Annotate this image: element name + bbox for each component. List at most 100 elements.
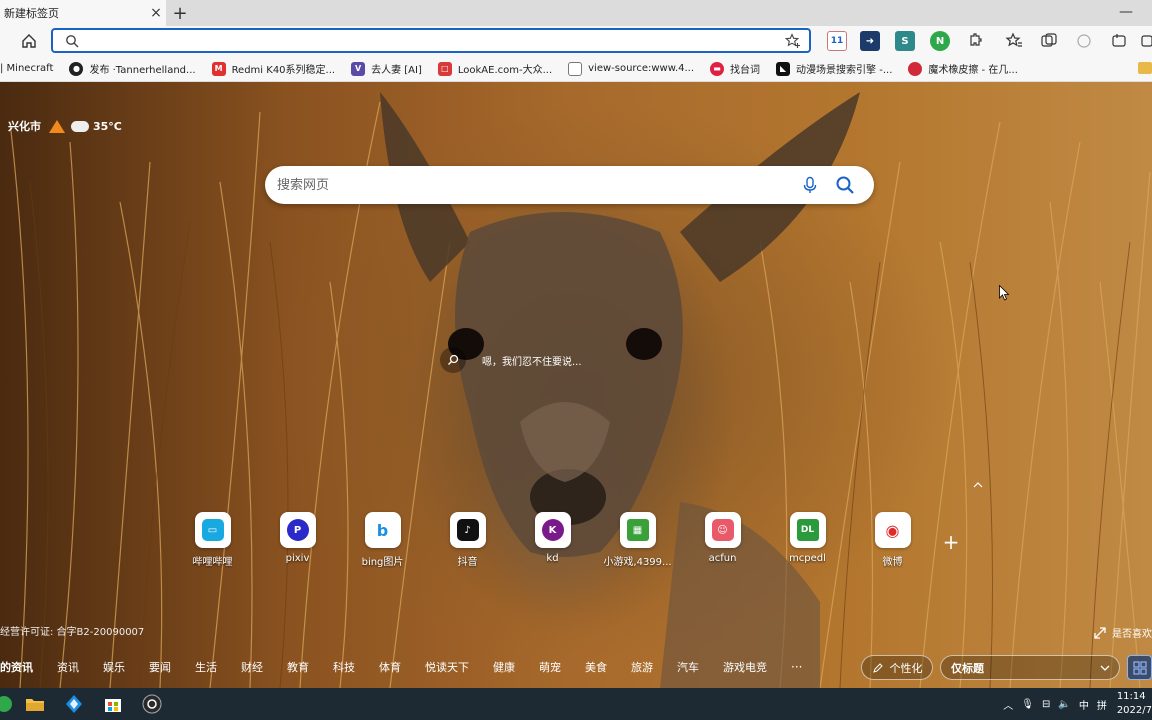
clock[interactable]: 11:14 2022/7 xyxy=(1117,690,1152,718)
quick-links: ▭ 哔哩哔哩 P pixiv b bing图片 ♪ 抖音 K kd ▦ 小游戏,… xyxy=(170,512,935,568)
mcpedl-icon: DL xyxy=(789,512,826,548)
dropdown-value: 仅标题 xyxy=(951,661,984,675)
web-search-box[interactable] xyxy=(265,166,874,204)
bookmark-0[interactable]: | Minecraft xyxy=(0,63,53,74)
collections-icon[interactable] xyxy=(1039,31,1059,51)
expand-button[interactable]: 是否喜欢 xyxy=(1094,625,1152,640)
bookmark-7[interactable]: ◣ 动漫场景搜索引擎 -... xyxy=(776,61,892,76)
quick-link-acfun[interactable]: ☺ acfun xyxy=(680,512,765,568)
quick-link-bing[interactable]: b bing图片 xyxy=(340,512,425,568)
ime-mode-icon[interactable]: 拼 xyxy=(1097,697,1107,712)
feed-tab-reading[interactable]: 悦读天下 xyxy=(425,659,469,675)
n-extension-icon[interactable]: N xyxy=(930,31,950,51)
feed-tab-travel[interactable]: 旅游 xyxy=(631,659,653,675)
tab-new-tab[interactable]: 新建标签页 × xyxy=(0,0,166,26)
search-submit-icon[interactable] xyxy=(835,175,855,195)
quick-link-douyin[interactable]: ♪ 抖音 xyxy=(425,512,510,568)
feed-tab-entertainment[interactable]: 娱乐 xyxy=(103,659,125,675)
quick-link-pixiv[interactable]: P pixiv xyxy=(255,512,340,568)
store-icon[interactable] xyxy=(103,694,123,714)
tray-network-icon[interactable]: ⊟ xyxy=(1042,699,1050,710)
address-bar[interactable] xyxy=(51,28,811,53)
feed-tab-finance[interactable]: 财经 xyxy=(241,659,263,675)
content-visibility-dropdown[interactable]: 仅标题 xyxy=(940,655,1120,680)
weather-widget[interactable]: 兴化市 35°C xyxy=(8,118,122,134)
feed-tab-education[interactable]: 教育 xyxy=(287,659,309,675)
4399-icon: ▦ xyxy=(619,512,656,548)
quick-link-label: pixiv xyxy=(285,553,310,564)
weibo-icon: ◉ xyxy=(874,512,911,548)
expand-label: 是否喜欢 xyxy=(1112,629,1152,640)
search-input[interactable] xyxy=(277,174,777,196)
other-favorites-folder-icon[interactable] xyxy=(1138,62,1152,74)
ime-indicator[interactable]: 中 xyxy=(1079,697,1089,712)
page-layout-button[interactable] xyxy=(1127,655,1152,680)
quick-link-4399[interactable]: ▦ 小游戏,4399... xyxy=(595,512,680,568)
personalize-button[interactable]: 个性化 xyxy=(861,655,933,680)
feed-tab-auto[interactable]: 汽车 xyxy=(677,659,699,675)
bookmark-5[interactable]: view-source:www.4... xyxy=(568,61,695,76)
bookmark-4[interactable]: □ LookAE.com-大众... xyxy=(437,61,552,76)
screenshot-icon[interactable] xyxy=(1109,31,1129,51)
home-icon[interactable] xyxy=(18,30,40,52)
pixiv-icon: P xyxy=(279,512,316,548)
arrow-extension-icon[interactable]: ➜ xyxy=(860,31,880,51)
toolbar: 11 ➜ S N xyxy=(0,26,1152,56)
bookmark-1[interactable]: ● 发布 ·Tannerhelland... xyxy=(69,61,196,76)
weather-city: 兴化市 xyxy=(8,120,41,133)
quick-link-mcpedl[interactable]: DL mcpedl xyxy=(765,512,850,568)
bookmark-3[interactable]: V 去人妻 [AI] xyxy=(351,61,422,76)
microphone-icon[interactable] xyxy=(801,176,819,194)
quick-link-kd[interactable]: K kd xyxy=(510,512,595,568)
tab-close-icon[interactable]: × xyxy=(146,3,166,23)
obs-icon[interactable] xyxy=(142,694,162,714)
feed-tab-pets[interactable]: 萌宠 xyxy=(539,659,561,675)
tray-mic-icon[interactable]: 🎙 xyxy=(1021,699,1034,710)
feed-tab-sports[interactable]: 体育 xyxy=(379,659,401,675)
bookmark-label: Redmi K40系列稳定... xyxy=(231,65,336,76)
system-tray: ︿ 🎙 ⊟ 🔈 中 拼 11:14 2022/7 xyxy=(995,688,1152,720)
add-favorite-icon[interactable] xyxy=(785,33,801,49)
add-quick-link-button[interactable]: + xyxy=(941,532,961,552)
new-tab-button[interactable]: + xyxy=(168,2,192,24)
feed-tab-health[interactable]: 健康 xyxy=(493,659,515,675)
bookmark-8[interactable]: 魔术橡皮擦 - 在几... xyxy=(908,61,1018,76)
feed-tab-my[interactable]: 的资讯 xyxy=(0,659,33,675)
feed-tab-news[interactable]: 资讯 xyxy=(57,659,79,675)
quick-link-bilibili[interactable]: ▭ 哔哩哔哩 xyxy=(170,512,255,568)
quick-link-label: 微博 xyxy=(882,557,903,568)
mouse-cursor-icon xyxy=(999,285,1009,301)
feed-tab-life[interactable]: 生活 xyxy=(195,659,217,675)
start-icon[interactable] xyxy=(0,694,14,714)
favorites-icon[interactable] xyxy=(1004,31,1024,51)
bookmark-2[interactable]: M Redmi K40系列稳定... xyxy=(211,61,336,76)
feed-tab-food[interactable]: 美食 xyxy=(585,659,607,675)
image-search-icon[interactable] xyxy=(440,347,466,373)
quick-link-weibo[interactable]: ◉ 微博 xyxy=(850,512,935,568)
quick-link-label: kd xyxy=(546,553,559,564)
s-extension-icon[interactable]: S xyxy=(895,31,915,51)
feed-tab-tech[interactable]: 科技 xyxy=(333,659,355,675)
feed-more-button[interactable]: ··· xyxy=(791,660,802,674)
edge-dev-icon[interactable] xyxy=(64,694,84,714)
tray-volume-icon[interactable]: 🔈 xyxy=(1058,699,1070,710)
icp-license[interactable]: 经营许可证: 合字B2-20090007 xyxy=(0,623,144,638)
bookmark-6[interactable]: ▬ 找台词 xyxy=(710,61,760,76)
weather-warning-icon[interactable] xyxy=(49,119,65,133)
chevron-up-icon[interactable] xyxy=(971,480,985,490)
feed-tab-gaming[interactable]: 游戏电竞 xyxy=(723,659,767,675)
more-icon[interactable] xyxy=(1140,31,1152,51)
search-icon xyxy=(66,35,79,48)
feed-tab-headlines[interactable]: 要闻 xyxy=(149,659,171,675)
browser-essentials-icon[interactable] xyxy=(1074,31,1094,51)
tray-chevron-up-icon[interactable]: ︿ xyxy=(1003,697,1013,712)
bookmark-label: view-source:www.4... xyxy=(588,63,695,74)
pencil-icon xyxy=(872,662,883,673)
tab-title: 新建标签页 xyxy=(4,7,59,20)
calendar-extension-icon[interactable]: 11 xyxy=(827,31,847,51)
image-info-quote[interactable]: 嗯，我们忍不住要说... xyxy=(440,347,582,373)
minimize-button[interactable]: — xyxy=(1114,2,1138,22)
file-explorer-icon[interactable] xyxy=(25,694,45,714)
extensions-icon[interactable] xyxy=(965,31,985,51)
quick-link-label: 哔哩哔哩 xyxy=(192,557,233,568)
